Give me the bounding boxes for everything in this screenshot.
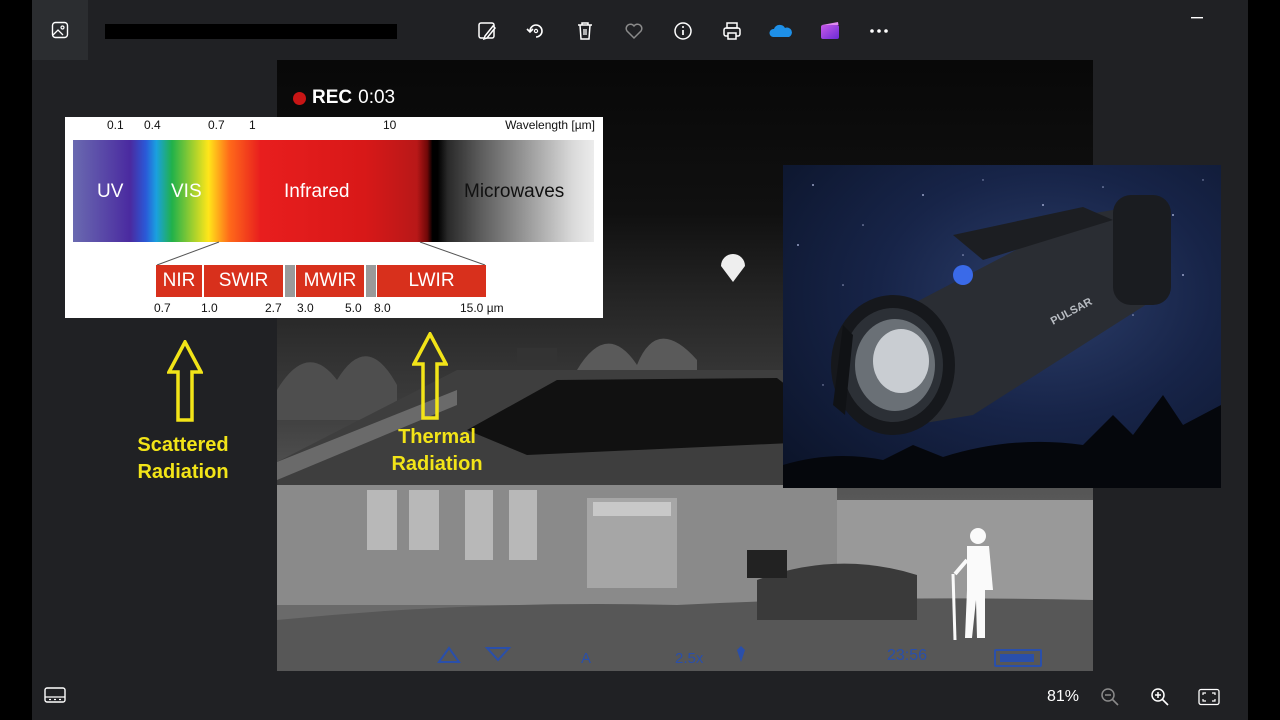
- scattered-arrow-icon: [167, 340, 203, 422]
- zoom-in-icon: [1151, 688, 1169, 706]
- thermal-monocular-photo: PULSAR: [783, 165, 1221, 488]
- caption-line: Radiation: [137, 461, 229, 483]
- photos-app-window: A 2.5x REC 0:03 23:56 0.1 0.4 0.7 1 10 W…: [32, 0, 1248, 720]
- delete-button[interactable]: [570, 16, 600, 46]
- svg-text:A: A: [581, 650, 591, 667]
- band-nir: NIR: [156, 265, 202, 297]
- band-tick: 5.0: [345, 301, 362, 315]
- band-tick: 2.7: [265, 301, 282, 315]
- clipchamp-icon: [821, 22, 839, 39]
- status-bar: 81%: [32, 672, 1248, 720]
- caption-line: Thermal: [398, 426, 476, 448]
- info-button[interactable]: [668, 16, 698, 46]
- onedrive-button[interactable]: [766, 16, 796, 46]
- minimize-icon: [1191, 17, 1203, 19]
- hud-clock: 23:56: [887, 647, 928, 664]
- spectrum-diagram: 0.1 0.4 0.7 1 10 Wavelength [µm] UV VIS …: [65, 117, 603, 318]
- recording-indicator: REC 0:03: [293, 87, 395, 109]
- edit-image-icon: [478, 22, 497, 41]
- rotate-icon: [526, 24, 543, 38]
- filmstrip-button[interactable]: [44, 686, 68, 706]
- band-mwir: MWIR: [296, 265, 364, 297]
- print-icon: [723, 22, 741, 40]
- more-icon: [870, 29, 888, 33]
- thermal-monocular-illustration: PULSAR: [783, 179, 1221, 488]
- filmstrip-icon: [44, 687, 66, 703]
- clipchamp-button[interactable]: [815, 16, 845, 46]
- print-button[interactable]: [717, 16, 747, 46]
- thermal-radiation-caption: Thermal Radiation: [382, 424, 492, 478]
- delete-icon: [578, 22, 592, 40]
- band-tick: 0.7: [154, 301, 171, 315]
- scattered-radiation-caption: Scattered Radiation: [128, 432, 238, 486]
- band-lwir: LWIR: [377, 265, 486, 297]
- caption-line: Scattered: [137, 434, 229, 456]
- favorite-icon: [625, 23, 643, 40]
- rotate-button[interactable]: [521, 16, 551, 46]
- fit-to-window-icon: [1198, 688, 1220, 706]
- band-gap: [366, 265, 376, 297]
- rec-time: 0:03: [358, 87, 396, 108]
- fit-to-window-button[interactable]: [1196, 684, 1222, 710]
- record-dot-icon: [293, 91, 306, 105]
- gallery-icon: [51, 21, 69, 39]
- band-tick: 3.0: [297, 301, 314, 315]
- band-swir: SWIR: [204, 265, 283, 297]
- zoom-level: 81%: [1047, 688, 1080, 705]
- zoom-out-icon: [1101, 688, 1119, 706]
- zoom-out-button[interactable]: [1097, 684, 1123, 710]
- see-more-button[interactable]: [864, 16, 894, 46]
- band-tick: 1.0: [201, 301, 218, 315]
- file-name-redacted: [105, 24, 397, 39]
- battery-icon: [994, 649, 1042, 667]
- onedrive-icon: [769, 24, 792, 37]
- svg-text:2.5x: 2.5x: [675, 650, 704, 667]
- band-tick: 8.0: [374, 301, 391, 315]
- info-icon: [674, 22, 692, 40]
- caption-line: Radiation: [391, 453, 483, 475]
- gallery-button[interactable]: [32, 0, 88, 60]
- favorite-button[interactable]: [619, 16, 649, 46]
- title-bar: [32, 0, 1248, 60]
- thermal-arrow-icon: [412, 332, 448, 420]
- minimize-button[interactable]: [1182, 8, 1212, 28]
- band-gap: [285, 265, 295, 297]
- band-tick: 15.0 µm: [460, 301, 504, 315]
- rec-label: REC: [312, 87, 353, 108]
- edit-image-button[interactable]: [472, 16, 502, 46]
- image-viewer[interactable]: A 2.5x REC 0:03 23:56 0.1 0.4 0.7 1 10 W…: [32, 60, 1248, 672]
- toolbar: [472, 16, 894, 46]
- zoom-in-button[interactable]: [1147, 684, 1173, 710]
